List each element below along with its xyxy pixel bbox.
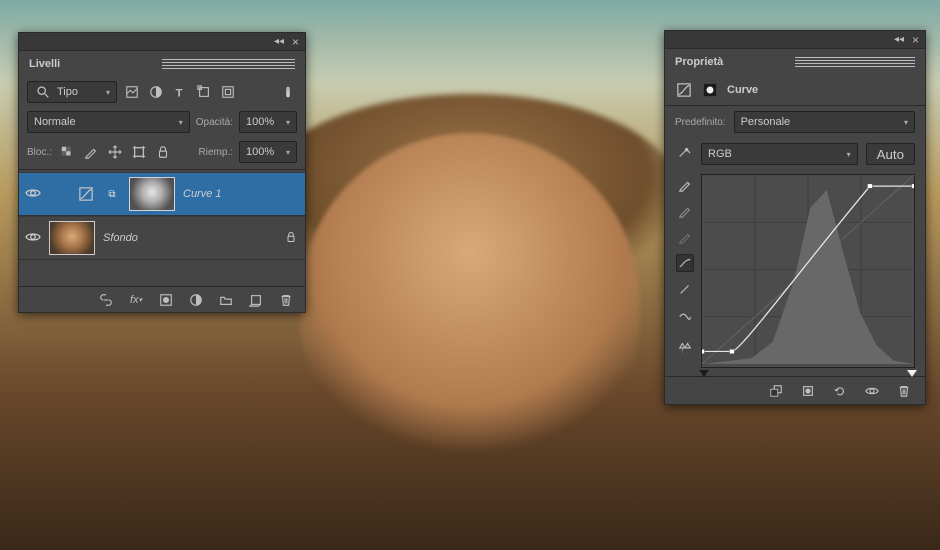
fill-label: Riemp.: [199, 147, 233, 158]
blend-row: Normale ▾ Opacità: 100% ▾ [19, 107, 305, 137]
layer-thumbnail[interactable] [129, 177, 175, 211]
layer-name[interactable]: Curve 1 [183, 188, 299, 200]
lock-all-icon[interactable] [154, 143, 172, 161]
curve-tools: ! [675, 174, 695, 368]
blend-mode-select[interactable]: Normale ▾ [27, 111, 190, 133]
close-icon[interactable]: × [292, 35, 299, 49]
opacity-label: Opacità: [196, 117, 233, 128]
filter-type-text-icon[interactable]: T [171, 83, 189, 101]
lock-artboard-icon[interactable] [130, 143, 148, 161]
preset-value: Personale [741, 116, 791, 128]
curves-adj-icon [77, 185, 95, 203]
properties-panel-tabstrip: ◂◂ × [665, 31, 925, 49]
link-icon: ⧉ [103, 185, 121, 203]
delete-layer-icon[interactable] [277, 291, 295, 309]
auto-button[interactable]: Auto [866, 143, 915, 165]
curve-draw-tool-icon[interactable] [676, 280, 694, 298]
channel-row: RGB ▾ Auto [665, 138, 925, 170]
layers-panel-title-bar: Livelli [19, 51, 305, 77]
svg-text:!: ! [682, 347, 684, 354]
reset-icon[interactable] [831, 382, 849, 400]
opacity-value: 100% [246, 116, 274, 128]
eyedropper-gray-icon[interactable] [676, 202, 694, 220]
link-layers-icon[interactable] [97, 291, 115, 309]
search-icon [34, 83, 52, 101]
filter-toggle-icon[interactable] [279, 83, 297, 101]
layer-row-background[interactable]: Sfondo [19, 216, 305, 260]
layer-row-curves[interactable]: ⧉ Curve 1 [19, 172, 305, 216]
view-previous-icon[interactable] [799, 382, 817, 400]
lock-pixels-icon[interactable] [82, 143, 100, 161]
new-layer-icon[interactable] [247, 291, 265, 309]
close-icon[interactable]: × [912, 33, 919, 47]
delete-adjustment-icon[interactable] [895, 382, 913, 400]
black-point-slider[interactable] [699, 370, 709, 377]
filter-pixel-icon[interactable] [123, 83, 141, 101]
fx-icon[interactable]: fx▾ [127, 291, 145, 309]
smooth-icon[interactable] [676, 306, 694, 324]
white-point-slider[interactable] [907, 370, 917, 377]
panel-menu-icon[interactable] [162, 59, 295, 69]
layer-filter-row: Tipo ▾ T [19, 77, 305, 107]
layers-panel: ◂◂ × Livelli Tipo ▾ T [18, 32, 306, 313]
preset-label: Predefinito: [675, 117, 726, 128]
channel-select[interactable]: RGB ▾ [701, 143, 858, 165]
add-mask-icon[interactable] [157, 291, 175, 309]
edit-points-icon[interactable] [675, 145, 693, 163]
channel-value: RGB [708, 148, 732, 160]
svg-text:T: T [176, 87, 183, 99]
layers-bottom-bar: fx▾ [19, 286, 305, 312]
filter-smartobject-icon[interactable] [219, 83, 237, 101]
layers-panel-tabstrip: ◂◂ × [19, 33, 305, 51]
preset-row: Predefinito: Personale ▾ [665, 106, 925, 138]
properties-panel: ◂◂ × Proprietà Curve Predefinito: Person… [664, 30, 926, 405]
properties-panel-title-bar: Proprietà [665, 49, 925, 75]
eyedropper-white-icon[interactable] [676, 228, 694, 246]
clip-warning-icon[interactable]: ! [676, 338, 694, 356]
curves-graph[interactable] [701, 174, 915, 368]
new-adjustment-icon[interactable] [187, 291, 205, 309]
filter-type-label: Tipo [57, 86, 78, 98]
fill-value: 100% [246, 146, 274, 158]
toggle-visibility-icon[interactable] [863, 382, 881, 400]
lock-transparency-icon[interactable] [58, 143, 76, 161]
new-group-icon[interactable] [217, 291, 235, 309]
lock-row: Bloc.: Riemp.: 100% ▾ [19, 137, 305, 167]
eyedropper-black-icon[interactable] [676, 176, 694, 194]
blend-mode-value: Normale [34, 116, 76, 128]
fill-select[interactable]: 100% ▾ [239, 141, 297, 163]
layers-panel-title: Livelli [29, 58, 162, 70]
mask-icon [701, 81, 719, 99]
curve-point-tool-icon[interactable] [676, 254, 694, 272]
filter-type-select[interactable]: Tipo ▾ [27, 81, 117, 103]
visibility-toggle-icon[interactable] [25, 229, 41, 248]
curve-area: ! [665, 170, 925, 376]
lock-label: Bloc.: [27, 147, 52, 158]
visibility-toggle-icon[interactable] [25, 185, 41, 204]
opacity-select[interactable]: 100% ▾ [239, 111, 297, 133]
properties-bottom-bar [665, 376, 925, 404]
lock-position-icon[interactable] [106, 143, 124, 161]
curves-adj-icon [675, 81, 693, 99]
collapse-icon[interactable]: ◂◂ [894, 34, 904, 45]
lock-indicator-icon [283, 231, 299, 246]
filter-shape-icon[interactable] [195, 83, 213, 101]
layer-thumbnail[interactable] [49, 221, 95, 255]
panel-menu-icon[interactable] [795, 57, 915, 67]
collapse-icon[interactable]: ◂◂ [274, 36, 284, 47]
properties-panel-title: Proprietà [675, 56, 795, 68]
clip-to-layer-icon[interactable] [767, 382, 785, 400]
properties-sub-label: Curve [727, 84, 758, 96]
layer-name[interactable]: Sfondo [103, 232, 275, 244]
filter-adjustment-icon[interactable] [147, 83, 165, 101]
preset-select[interactable]: Personale ▾ [734, 111, 915, 133]
properties-subheader: Curve [665, 75, 925, 106]
